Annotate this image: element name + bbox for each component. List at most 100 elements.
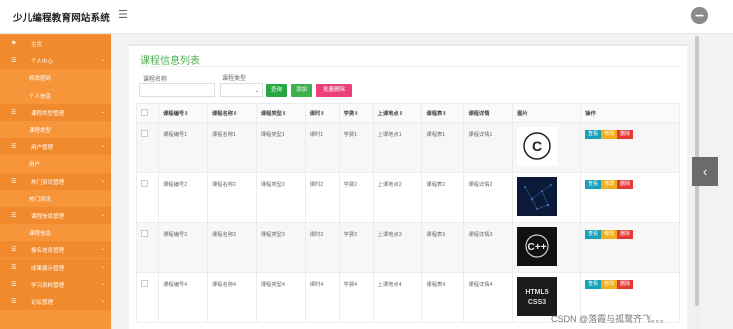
menu-icon: ☰ [11, 144, 17, 151]
menu-icon: ☰ [11, 247, 17, 254]
row-select-cell[interactable] [136, 122, 159, 173]
course-table: 课程编号⇕ 课程名称⇕ 课程类型⇕ 课时⇕ 学费⇕ 上课地点⇕ 课程表⇕ 课程详… [136, 103, 680, 323]
avatar[interactable] [691, 7, 708, 24]
menu-icon: ☰ [11, 264, 17, 271]
sidebar-item-label: 报名信息管理 [31, 248, 65, 255]
course-type-label: 课程类型 [222, 76, 247, 82]
delete-button[interactable]: 删除 [617, 130, 634, 139]
table-cell: 课程名称1 [206, 122, 257, 173]
image-cell [512, 172, 582, 223]
batch-delete-button[interactable]: 批量删除 [316, 84, 352, 97]
row-checkbox[interactable] [141, 130, 148, 137]
row-checkbox[interactable] [141, 280, 148, 287]
select-all-checkbox[interactable] [141, 108, 148, 116]
sidebar-item[interactable]: ☰ 课程信息管理 ⌄ [0, 207, 111, 224]
row-checkbox[interactable] [141, 180, 148, 187]
table-cell: 课程详情4 [463, 272, 514, 323]
edit-button[interactable]: 修改 [601, 230, 618, 239]
table-row: 课程编号1 课程名称1 课程类型1 课时1 学费1 上课地点1 课程表1 课程详情1 C 查看 修改… [136, 122, 680, 173]
menu-icon: ☰ [11, 299, 17, 305]
row-select-cell[interactable] [136, 222, 159, 273]
column-header[interactable]: 课程名称⇕ [206, 103, 257, 123]
edit-button[interactable]: 修改 [601, 180, 618, 189]
chevron-down-icon: ⌄ [101, 263, 106, 270]
edit-button[interactable]: 修改 [601, 280, 618, 289]
chevron-down-icon: ⌄ [101, 57, 106, 64]
sidebar-item[interactable]: ⚑ 主页 [0, 35, 111, 52]
sidebar-item[interactable]: 用户 [0, 155, 111, 173]
table-header-row: 课程编号⇕ 课程名称⇕ 课程类型⇕ 课时⇕ 学费⇕ 上课地点⇕ 课程表⇕ 课程详… [136, 103, 680, 123]
row-checkbox[interactable] [141, 230, 148, 237]
view-button[interactable]: 查看 [585, 230, 602, 239]
select-all-header[interactable] [136, 103, 159, 123]
table-cell: 课程表2 [421, 172, 465, 223]
sidebar-item[interactable]: 热门资讯 [0, 189, 111, 207]
column-header: 操作 [580, 103, 680, 123]
table-cell: 课程表1 [421, 122, 465, 173]
sidebar-item[interactable]: ☰ 报名信息管理 ⌄ [0, 241, 111, 259]
view-button[interactable]: 查看 [585, 180, 602, 189]
chevron-down-icon: ⌄ [101, 143, 106, 150]
table-cell: 学费4 [338, 272, 374, 323]
sidebar-item[interactable]: ☰ 热门资讯管理 ⌄ [0, 172, 111, 190]
sidebar-item[interactable]: ☰ 学习资料管理 ⌄ [0, 275, 111, 293]
sidebar-item-label: 课程类型管理 [31, 110, 65, 117]
svg-text:CSS3: CSS3 [528, 299, 546, 306]
course-name-input[interactable] [139, 83, 215, 97]
table-cell: 学费2 [338, 172, 374, 223]
table-cell: 课程编号3 [157, 222, 208, 273]
table-cell: 课时1 [304, 122, 340, 173]
column-header[interactable]: 学费⇕ [338, 103, 374, 123]
menu-toggle-icon[interactable]: ☰ [118, 8, 128, 21]
table-cell: 学费3 [338, 222, 374, 273]
svg-text:C: C [532, 138, 542, 154]
chevron-down-icon: ⌄ [101, 298, 106, 304]
row-select-cell[interactable] [136, 172, 159, 223]
delete-button[interactable]: 删除 [617, 280, 634, 289]
svg-text:HTML5: HTML5 [526, 289, 549, 296]
sidebar-item[interactable]: 课程类型 [0, 121, 111, 138]
sidebar-item-label: 论坛管理 [31, 300, 54, 306]
column-header[interactable]: 课程表⇕ [421, 103, 465, 123]
sidebar-item[interactable]: ☰ 用户管理 ⌄ [0, 138, 111, 156]
delete-button[interactable]: 删除 [617, 230, 634, 239]
table-cell: 课程类型2 [255, 172, 306, 223]
sidebar-item-label: 用户管理 [31, 145, 54, 152]
table-cell: 课时3 [304, 222, 340, 273]
sidebar-item-label: 课程信息 [29, 231, 52, 238]
sidebar-item-label: 修改密码 [29, 76, 52, 83]
view-button[interactable]: 查看 [585, 280, 602, 289]
edit-button[interactable]: 修改 [601, 130, 618, 139]
sidebar-item[interactable]: 课程信息 [0, 224, 111, 242]
column-header[interactable]: 上课地点⇕ [372, 103, 423, 123]
table-row: 课程编号2 课程名称2 课程类型2 课时2 学费2 上课地点2 课程表2 课程详情2 查看 修改删… [136, 172, 680, 223]
view-button[interactable]: 查看 [585, 130, 602, 139]
table-cell: 课程详情1 [463, 122, 514, 173]
top-bar: 少儿编程教育网站系统 ☰ [0, 0, 733, 34]
search-button[interactable]: 查询 [266, 84, 287, 97]
actions-cell: 查看 修改 删除 [580, 122, 680, 173]
sidebar-item-label: 成果展示管理 [31, 265, 65, 272]
sidebar-item[interactable]: ☰ 个人中心 ⌄ [0, 52, 111, 70]
column-header[interactable]: 课程类型⇕ [255, 103, 306, 123]
sidebar-item[interactable]: ☰ 课程类型管理 ⌄ [0, 103, 111, 121]
course-type-select[interactable]: ⌄ [220, 83, 263, 97]
chevron-down-icon: ⌄ [101, 108, 106, 115]
sidebar-item-label: 课程信息管理 [31, 214, 65, 220]
menu-icon: ☰ [11, 213, 17, 219]
table-cell: 课程详情2 [463, 172, 514, 223]
chevron-down-icon: ⌄ [101, 246, 106, 253]
flag-icon: ⚑ [11, 41, 17, 47]
add-button[interactable]: 添加 [291, 84, 312, 97]
course-name-label: 课程名称 [143, 77, 168, 83]
column-header[interactable]: 课程编号⇕ [157, 103, 208, 123]
sidebar-item[interactable]: ☰ 论坛管理 ⌄ [0, 293, 111, 310]
row-select-cell[interactable] [136, 272, 159, 323]
sidebar-item[interactable]: 修改密码 [0, 69, 111, 87]
column-header[interactable]: 课时⇕ [304, 103, 340, 123]
sidebar-item[interactable]: 个人信息 [0, 86, 111, 104]
sidebar-item[interactable]: ☰ 成果展示管理 ⌄ [0, 258, 111, 276]
collapse-panel-button[interactable]: ‹ [692, 157, 718, 186]
delete-button[interactable]: 删除 [617, 180, 634, 189]
image-cell: C++ [512, 222, 582, 273]
